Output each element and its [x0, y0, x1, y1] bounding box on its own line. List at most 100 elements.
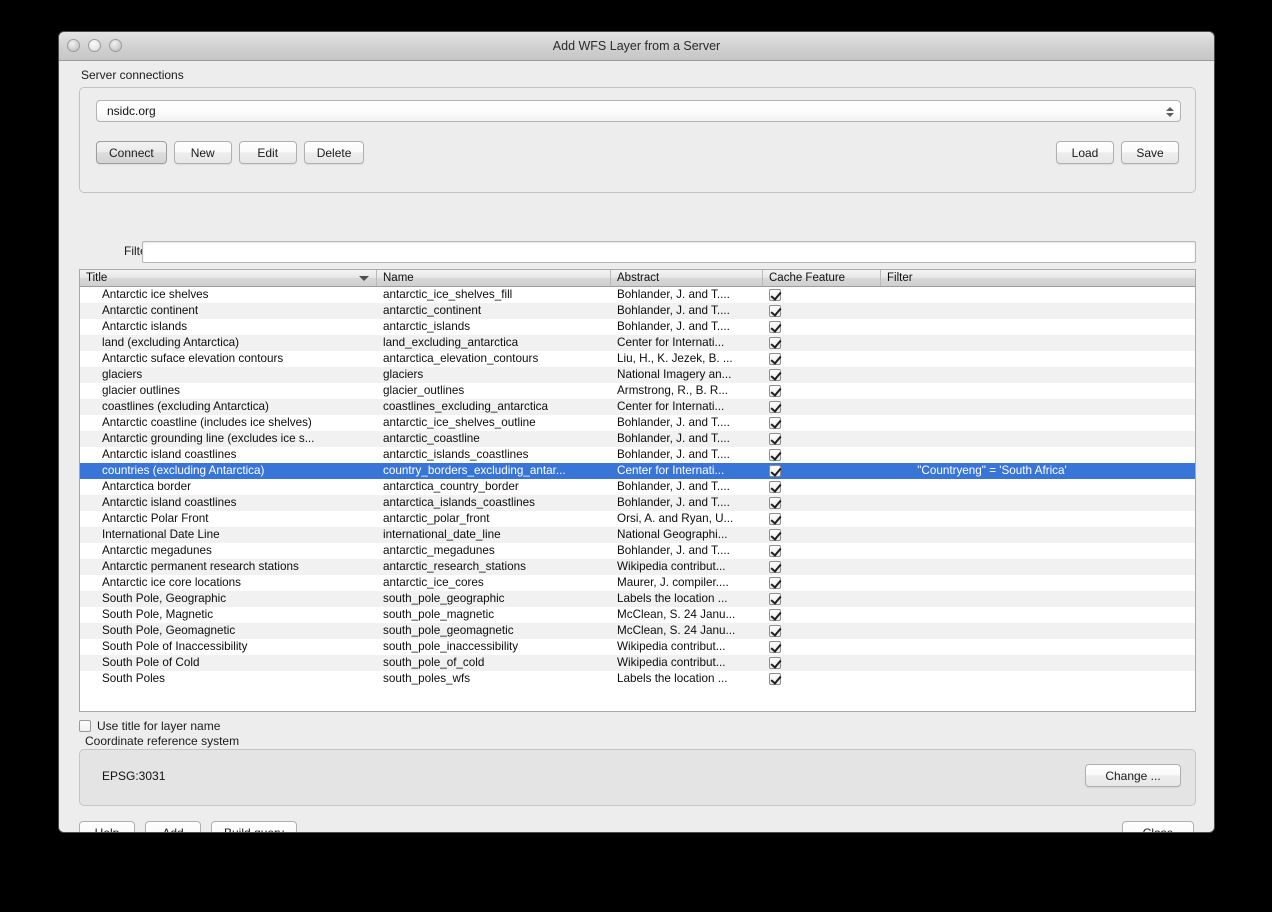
cell-cache-feature[interactable] — [763, 303, 881, 319]
checkbox-checked-icon[interactable] — [769, 401, 781, 413]
cell-cache-feature[interactable] — [763, 335, 881, 351]
cell-cache-feature[interactable] — [763, 463, 881, 479]
cell-cache-feature[interactable] — [763, 479, 881, 495]
filter-input[interactable] — [142, 241, 1196, 263]
column-header-name[interactable]: Name — [377, 270, 611, 286]
table-row[interactable]: South Pole, Magneticsouth_pole_magneticM… — [80, 607, 1195, 623]
checkbox-checked-icon[interactable] — [769, 433, 781, 445]
table-row[interactable]: South Pole of Inaccessibilitysouth_pole_… — [80, 639, 1195, 655]
checkbox-checked-icon[interactable] — [769, 673, 781, 685]
table-row[interactable]: Antarctic island coastlinesantarctica_is… — [80, 495, 1195, 511]
column-header-filter[interactable]: Filter — [881, 270, 1195, 286]
table-row[interactable]: Antarctic permanent research stationsant… — [80, 559, 1195, 575]
checkbox-checked-icon[interactable] — [769, 641, 781, 653]
cell-cache-feature[interactable] — [763, 591, 881, 607]
table-row[interactable]: glaciersglaciersNational Imagery an... — [80, 367, 1195, 383]
cell-cache-feature[interactable] — [763, 655, 881, 671]
use-title-for-layer-name-checkbox[interactable]: Use title for layer name — [79, 719, 220, 733]
checkbox-checked-icon[interactable] — [769, 609, 781, 621]
table-row[interactable]: South Pole, Geomagneticsouth_pole_geomag… — [80, 623, 1195, 639]
column-header-title[interactable]: Title — [80, 270, 377, 286]
table-row[interactable]: Antarctica borderantarctica_country_bord… — [80, 479, 1195, 495]
cell-cache-feature[interactable] — [763, 399, 881, 415]
checkbox-checked-icon[interactable] — [769, 465, 781, 477]
table-row[interactable]: Antarctic Polar Frontantarctic_polar_fro… — [80, 511, 1195, 527]
column-header-abstract[interactable]: Abstract — [611, 270, 763, 286]
checkbox-checked-icon[interactable] — [769, 545, 781, 557]
checkbox-checked-icon[interactable] — [769, 369, 781, 381]
checkbox-checked-icon[interactable] — [769, 497, 781, 509]
checkbox-checked-icon[interactable] — [769, 353, 781, 365]
table-row[interactable]: Antarctic coastline (includes ice shelve… — [80, 415, 1195, 431]
table-row[interactable]: Antarctic ice shelvesantarctic_ice_shelv… — [80, 287, 1195, 303]
edit-button[interactable]: Edit — [239, 141, 297, 164]
table-row[interactable]: Antarctic grounding line (excludes ice s… — [80, 431, 1195, 447]
table-row[interactable]: Antarctic islandsantarctic_islandsBohlan… — [80, 319, 1195, 335]
table-row[interactable]: Antarctic ice core locationsantarctic_ic… — [80, 575, 1195, 591]
checkbox-checked-icon[interactable] — [769, 481, 781, 493]
close-button-footer[interactable]: Close — [1122, 821, 1194, 833]
change-crs-button[interactable]: Change ... — [1085, 764, 1181, 787]
cell-cache-feature[interactable] — [763, 623, 881, 639]
help-button[interactable]: Help — [79, 821, 135, 833]
layers-table[interactable]: Title Name Abstract Cache Feature Filter… — [79, 269, 1196, 712]
cell-cache-feature[interactable] — [763, 671, 881, 687]
table-row[interactable]: Antarctic continentantarctic_continentBo… — [80, 303, 1195, 319]
checkbox-checked-icon[interactable] — [769, 529, 781, 541]
cell-cache-feature[interactable] — [763, 527, 881, 543]
checkbox-checked-icon[interactable] — [769, 513, 781, 525]
cell-cache-feature[interactable] — [763, 367, 881, 383]
cell-cache-feature[interactable] — [763, 287, 881, 303]
save-button[interactable]: Save — [1121, 141, 1179, 164]
checkbox-checked-icon[interactable] — [769, 337, 781, 349]
table-row[interactable]: land (excluding Antarctica)land_excludin… — [80, 335, 1195, 351]
checkbox-checked-icon[interactable] — [769, 593, 781, 605]
checkbox-checked-icon[interactable] — [769, 449, 781, 461]
cell-cache-feature[interactable] — [763, 511, 881, 527]
checkbox-checked-icon[interactable] — [769, 385, 781, 397]
checkbox-checked-icon[interactable] — [769, 289, 781, 301]
cell-cache-feature[interactable] — [763, 319, 881, 335]
cell-cache-feature[interactable] — [763, 351, 881, 367]
checkbox-checked-icon[interactable] — [769, 321, 781, 333]
minimize-button[interactable] — [88, 39, 101, 52]
cell-cache-feature[interactable] — [763, 575, 881, 591]
cell-cache-feature[interactable] — [763, 415, 881, 431]
table-row[interactable]: glacier outlinesglacier_outlinesArmstron… — [80, 383, 1195, 399]
cell-cache-feature[interactable] — [763, 447, 881, 463]
checkbox-checked-icon[interactable] — [769, 577, 781, 589]
load-button[interactable]: Load — [1056, 141, 1114, 164]
connection-dropdown[interactable]: nsidc.org — [96, 100, 1181, 122]
table-row[interactable]: Antarctic island coastlinesantarctic_isl… — [80, 447, 1195, 463]
cell-cache-feature[interactable] — [763, 431, 881, 447]
cell-cache-feature[interactable] — [763, 383, 881, 399]
delete-button[interactable]: Delete — [304, 141, 365, 164]
close-button[interactable] — [67, 39, 80, 52]
new-button[interactable]: New — [174, 141, 232, 164]
table-row[interactable]: Antarctic suface elevation contoursantar… — [80, 351, 1195, 367]
cell-cache-feature[interactable] — [763, 559, 881, 575]
table-row[interactable]: countries (excluding Antarctica)country_… — [80, 463, 1195, 479]
column-header-cache-feature[interactable]: Cache Feature — [763, 270, 881, 286]
cell-cache-feature[interactable] — [763, 639, 881, 655]
checkbox-checked-icon[interactable] — [769, 305, 781, 317]
checkbox-checked-icon[interactable] — [769, 657, 781, 669]
table-row[interactable]: South Pole of Coldsouth_pole_of_coldWiki… — [80, 655, 1195, 671]
checkbox-checked-icon[interactable] — [769, 561, 781, 573]
table-row[interactable]: coastlines (excluding Antarctica)coastli… — [80, 399, 1195, 415]
checkbox-icon[interactable] — [79, 720, 91, 732]
cell-cache-feature[interactable] — [763, 607, 881, 623]
table-row[interactable]: South Pole, Geographicsouth_pole_geograp… — [80, 591, 1195, 607]
table-row[interactable]: South Polessouth_poles_wfsLabels the loc… — [80, 671, 1195, 687]
build-query-button[interactable]: Build query — [211, 821, 297, 833]
connect-button[interactable]: Connect — [96, 141, 167, 164]
table-row[interactable]: International Date Lineinternational_dat… — [80, 527, 1195, 543]
window-controls[interactable] — [67, 39, 122, 52]
checkbox-checked-icon[interactable] — [769, 625, 781, 637]
checkbox-checked-icon[interactable] — [769, 417, 781, 429]
zoom-button[interactable] — [109, 39, 122, 52]
add-button[interactable]: Add — [145, 821, 201, 833]
cell-cache-feature[interactable] — [763, 495, 881, 511]
cell-cache-feature[interactable] — [763, 543, 881, 559]
table-row[interactable]: Antarctic megadunesantarctic_megadunesBo… — [80, 543, 1195, 559]
